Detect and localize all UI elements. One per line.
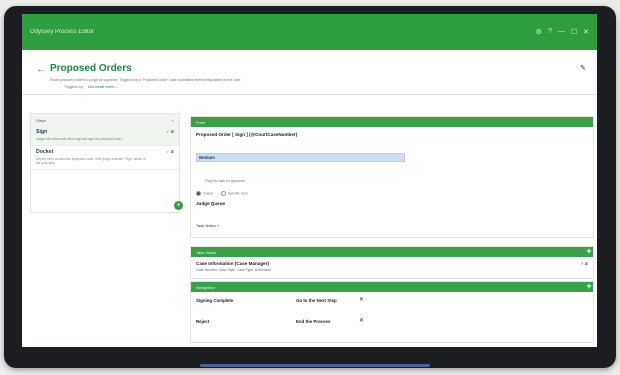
task-views-bar: Task Views +	[191, 247, 593, 257]
nav-name-reject: Reject	[196, 319, 210, 324]
add-step-button[interactable]: +	[174, 201, 183, 210]
step-item-sign[interactable]: Sign Judge will review and either sign/n…	[31, 126, 179, 146]
flag-checkbox-label[interactable]: Flag this task for signature	[205, 179, 245, 183]
radio-button-on	[196, 191, 201, 196]
priority-value: Medium	[199, 155, 215, 160]
form-section: Form Proposed Order [ Sign ] (@CourtCase…	[190, 116, 594, 238]
step-actions[interactable]: ✓ ⊠	[166, 129, 174, 134]
step-name: Sign	[36, 129, 48, 135]
priority-field[interactable]: Medium	[196, 153, 405, 162]
remove-navigation-icon[interactable]: ✕	[359, 296, 364, 303]
device-glow	[200, 364, 430, 367]
navigation-section: Navigation + Signing Complete Go to the …	[190, 281, 594, 343]
add-task-view-icon[interactable]: +	[584, 247, 594, 257]
radio-queue-label: Queue	[203, 191, 214, 196]
step-name: Docket	[36, 149, 54, 155]
steps-header: Steps +	[31, 114, 179, 126]
content-area: Steps + Sign Judge will review and eithe…	[22, 14, 597, 347]
task-view-fields: Case Number, Case Style, Case Type, Defe…	[196, 268, 271, 272]
task-notes-link[interactable]: Task Notes +	[196, 223, 219, 228]
remove-navigation-icon[interactable]: ✕	[359, 317, 364, 324]
steps-panel: Steps + Sign Judge will review and eithe…	[30, 113, 180, 213]
add-navigation-icon[interactable]: +	[584, 282, 594, 292]
order-label: Proposed Order [ Sign ] (@CourtCaseNumbe…	[196, 132, 298, 137]
task-view-title: Case Information (Case Manager)	[196, 261, 270, 266]
nav-target-next-step[interactable]: Go to the Next Step	[296, 298, 337, 303]
steps-title: Steps	[36, 117, 47, 123]
form-section-label: Form	[196, 119, 206, 125]
navigation-label: Navigation	[196, 284, 215, 290]
radio-user-label: Specific User	[228, 191, 248, 196]
step-description: Judge will review and either sign/not si…	[36, 137, 123, 141]
step-actions[interactable]: ✓ ⊠	[166, 149, 174, 154]
form-section-bar: Form	[191, 117, 593, 127]
judge-queue-label: Judge Queue	[196, 201, 226, 206]
nav-name-signing-complete: Signing Complete	[196, 298, 234, 303]
step-description: Deputy clerk dockets the proposed order,…	[36, 157, 146, 165]
nav-target-end-process[interactable]: End the Process	[296, 319, 330, 324]
add-icon[interactable]: +	[172, 118, 174, 123]
navigation-bar: Navigation +	[191, 282, 593, 292]
step-item-docket[interactable]: Docket Deputy clerk dockets the proposed…	[31, 146, 179, 170]
radio-specific-user[interactable]: Specific User	[221, 191, 248, 196]
task-view-actions[interactable]: ↗ ⊠	[580, 261, 588, 266]
task-views-label: Task Views	[196, 249, 216, 255]
radio-queue[interactable]: Queue	[196, 191, 213, 196]
task-views-section: Task Views + Case Information (Case Mana…	[190, 246, 594, 279]
radio-button-off	[221, 191, 226, 196]
